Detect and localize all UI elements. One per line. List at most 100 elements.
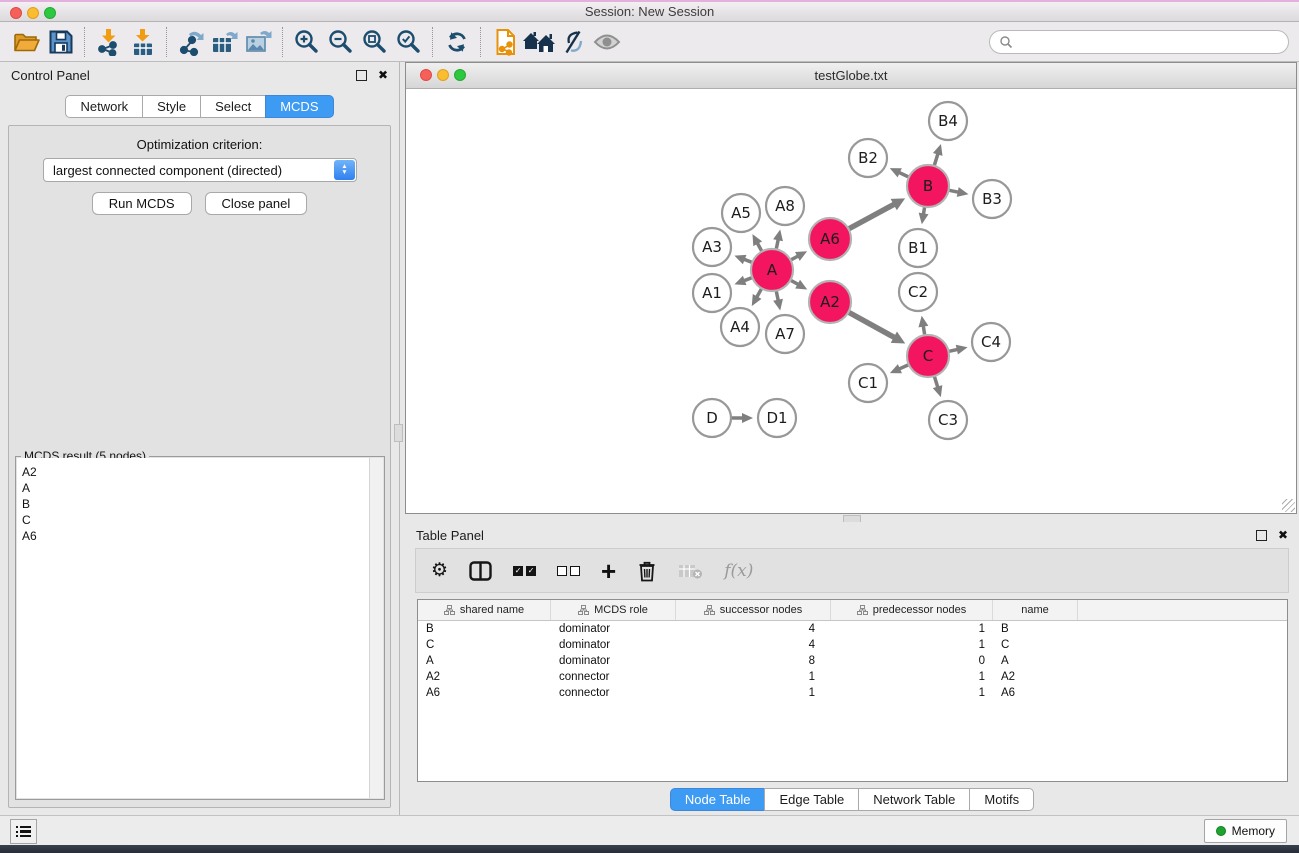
table-row[interactable]: Cdominator41C [418, 637, 1287, 653]
graph-node-label-C: C [923, 347, 933, 365]
maximize-window-icon[interactable] [44, 7, 56, 19]
list-icon [16, 830, 31, 833]
import-network-button[interactable] [92, 25, 126, 59]
resize-grip-icon[interactable] [1282, 499, 1295, 512]
table-cell: connector [551, 687, 676, 699]
table-cell: A [993, 655, 1078, 667]
save-session-button[interactable] [44, 25, 78, 59]
table-cell: C [993, 639, 1078, 651]
tab-network[interactable]: Network [65, 95, 143, 118]
close-panel-icon[interactable]: ✖ [378, 69, 388, 81]
zoom-fit-button[interactable] [358, 25, 392, 59]
mcds-result-item[interactable]: A2 [22, 464, 364, 480]
control-panel-tabs: NetworkStyleSelectMCDS [0, 95, 399, 118]
toolbar-search[interactable] [989, 30, 1289, 54]
table-row[interactable]: Bdominator41B [418, 621, 1287, 637]
graph-edge-A2-C[interactable] [848, 312, 895, 338]
column-namespace-icon [857, 605, 868, 615]
open-browser-button[interactable] [522, 25, 556, 59]
tab-node-table[interactable]: Node Table [670, 788, 766, 811]
graph-edge-arrowhead [956, 345, 968, 355]
toggle-graphics-details-button[interactable] [590, 25, 624, 59]
column-header-name[interactable]: name [993, 600, 1078, 620]
tab-mcds[interactable]: MCDS [265, 95, 333, 118]
column-header-mcds-role[interactable]: MCDS role [551, 600, 676, 620]
status-bar: Memory [0, 815, 1299, 845]
unselect-all-columns-button[interactable] [557, 566, 580, 576]
table-cell: A [418, 655, 551, 667]
delete-table-icon [678, 562, 703, 580]
criterion-dropdown[interactable]: largest connected component (directed) ▲… [43, 158, 357, 182]
network-window-titlebar[interactable]: testGlobe.txt [406, 63, 1296, 89]
column-settings-button[interactable]: ⚙ [431, 561, 448, 580]
graph-edge-A6-B[interactable] [848, 204, 895, 229]
mcds-result-item[interactable]: A6 [22, 528, 364, 544]
graph-node-label-C2: C2 [908, 283, 928, 301]
table-cell: connector [551, 671, 676, 683]
graph-node-label-C3: C3 [938, 411, 958, 429]
export-network-icon [177, 28, 205, 56]
show-hide-labels-button[interactable] [556, 25, 590, 59]
graph-node-label-A1: A1 [702, 284, 722, 302]
column-header-predecessor-nodes[interactable]: predecessor nodes [831, 600, 993, 620]
network-close-icon[interactable] [420, 69, 432, 81]
column-header-shared-name[interactable]: shared name [418, 600, 551, 620]
graph-edge-B-B4[interactable] [934, 153, 938, 166]
zoom-in-icon [293, 28, 321, 56]
close-panel-button[interactable]: Close panel [205, 192, 308, 215]
minimize-window-icon[interactable] [27, 7, 39, 19]
table-cell: 4 [676, 623, 831, 635]
new-network-from-file-button[interactable] [488, 25, 522, 59]
apply-layout-button[interactable] [440, 25, 474, 59]
column-header-label: shared name [460, 604, 524, 616]
tab-select[interactable]: Select [200, 95, 266, 118]
table-row[interactable]: Adominator80A [418, 653, 1287, 669]
tab-network-table[interactable]: Network Table [858, 788, 970, 811]
zoom-out-button[interactable] [324, 25, 358, 59]
tab-motifs[interactable]: Motifs [969, 788, 1034, 811]
graph-node-label-B3: B3 [982, 190, 1002, 208]
result-scrollbar[interactable] [369, 458, 383, 798]
open-file-button[interactable] [10, 25, 44, 59]
delete-table-button[interactable] [678, 562, 703, 580]
dropdown-stepper-icon[interactable]: ▲▼ [334, 160, 355, 180]
float-panel-icon[interactable] [356, 70, 367, 81]
mcds-result-item[interactable]: A [22, 480, 364, 496]
column-header-successor-nodes[interactable]: successor nodes [676, 600, 831, 620]
mcds-result-item[interactable]: C [22, 512, 364, 528]
import-table-icon [129, 28, 157, 56]
graph-edge-arrowhead [918, 316, 928, 328]
graph-edge-arrowhead [734, 276, 746, 285]
export-table-button[interactable] [208, 25, 242, 59]
close-panel-icon[interactable]: ✖ [1278, 529, 1288, 541]
search-input[interactable] [1018, 33, 1279, 50]
toggle-pane-mode-button[interactable] [469, 561, 492, 581]
zoom-selected-button[interactable] [392, 25, 426, 59]
mcds-result-item[interactable]: B [22, 496, 364, 512]
create-new-column-button[interactable]: + [601, 561, 616, 581]
task-history-button[interactable] [10, 819, 37, 844]
export-image-button[interactable] [242, 25, 276, 59]
network-minimize-icon[interactable] [437, 69, 449, 81]
search-icon [999, 35, 1013, 49]
delete-columns-button[interactable] [637, 560, 657, 582]
import-table-button[interactable] [126, 25, 160, 59]
table-cell: B [418, 623, 551, 635]
network-canvas[interactable]: AA1A2A3A4A5A6A7A8BB1B2B3B4CC1C2C3C4DD1 [406, 89, 1296, 513]
tab-edge-table[interactable]: Edge Table [764, 788, 859, 811]
function-builder-button[interactable]: f(x) [724, 561, 753, 581]
run-mcds-button[interactable]: Run MCDS [92, 192, 192, 215]
table-row[interactable]: A2connector11A2 [418, 669, 1287, 685]
tab-style[interactable]: Style [142, 95, 201, 118]
export-network-button[interactable] [174, 25, 208, 59]
table-cell: 4 [676, 639, 831, 651]
vertical-splitter-grip[interactable] [394, 424, 403, 442]
float-panel-icon[interactable] [1256, 530, 1267, 541]
table-row[interactable]: A6connector11A6 [418, 685, 1287, 701]
select-all-columns-button[interactable]: ✓✓ [513, 566, 536, 576]
table-panel-title: Table Panel [416, 528, 484, 543]
memory-button[interactable]: Memory [1204, 819, 1287, 843]
network-maximize-icon[interactable] [454, 69, 466, 81]
close-window-icon[interactable] [10, 7, 22, 19]
zoom-in-button[interactable] [290, 25, 324, 59]
